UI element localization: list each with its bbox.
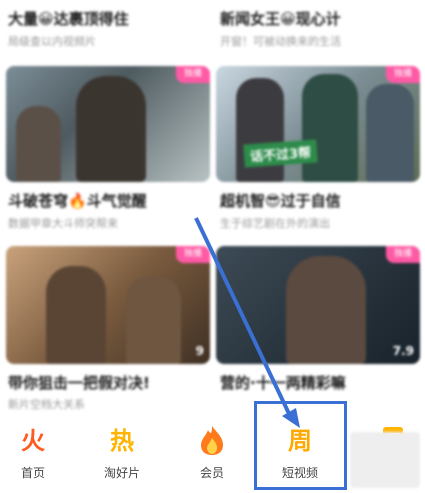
annotation-arrow <box>194 217 300 428</box>
annotation-highlight-box <box>254 401 347 490</box>
